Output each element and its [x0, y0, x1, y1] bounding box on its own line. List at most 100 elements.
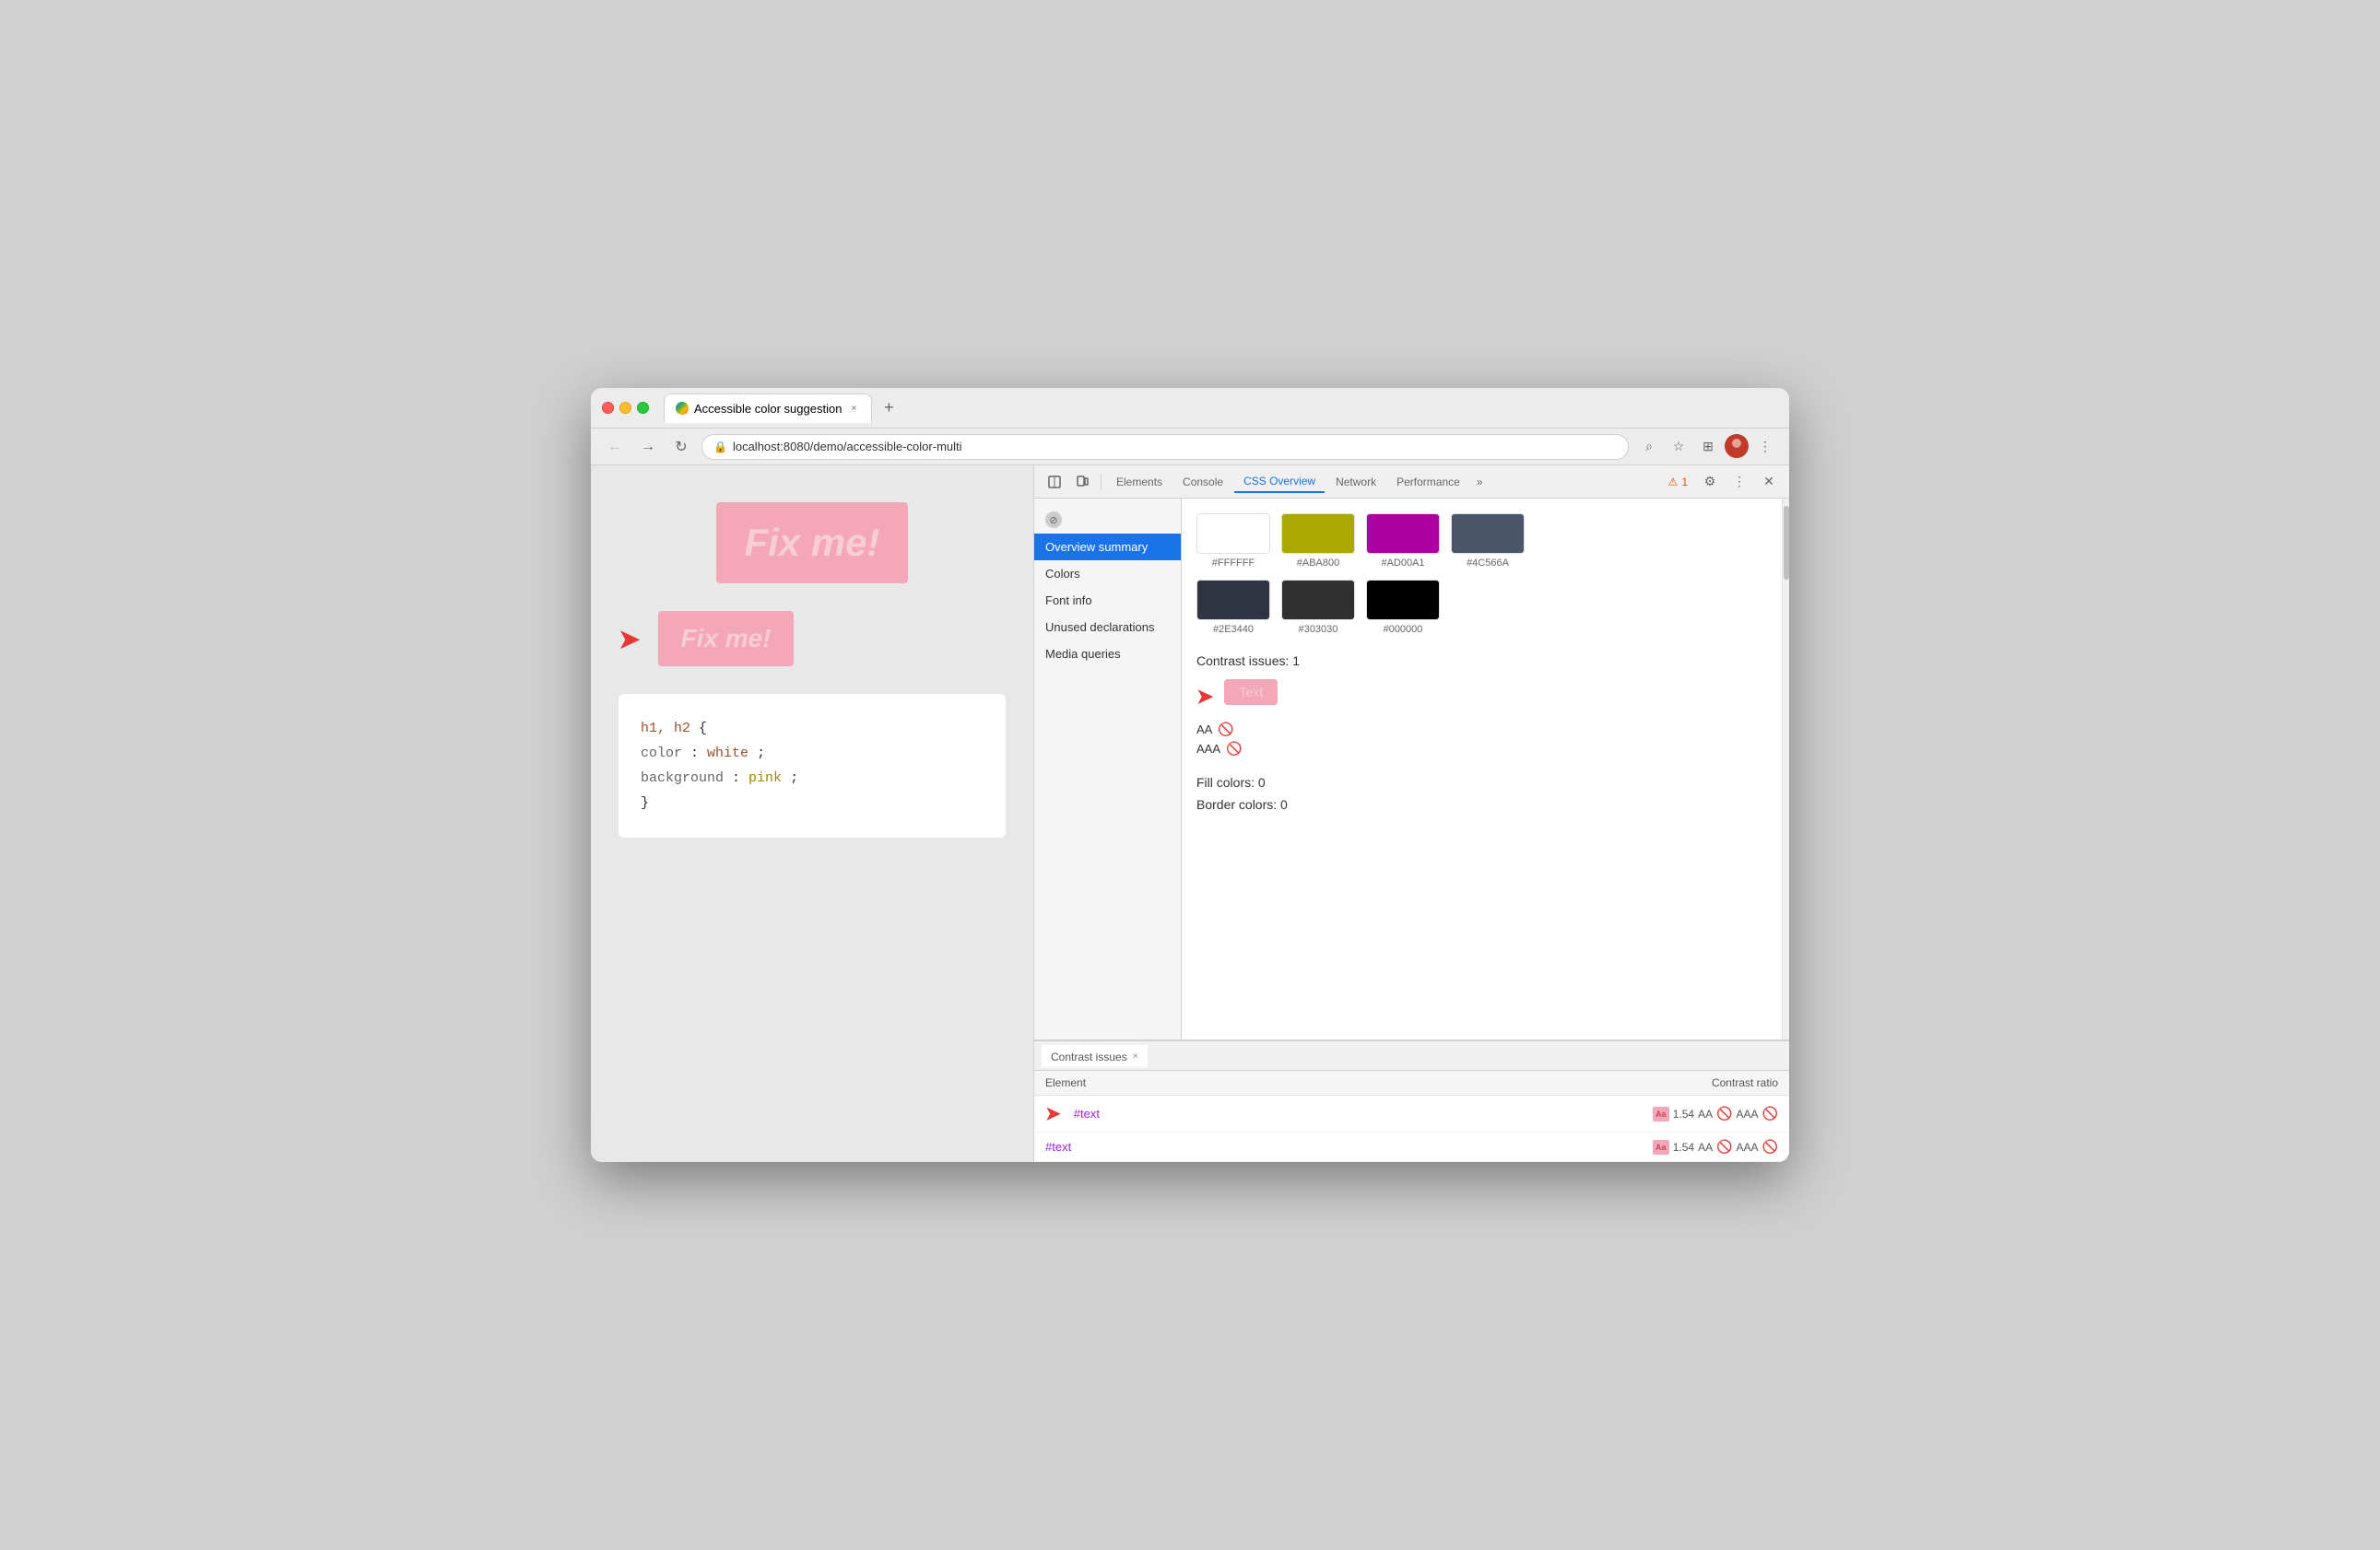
- row2-aaa-no: 🚫: [1762, 1139, 1778, 1155]
- no-entry-icon: ⊘: [1045, 511, 1062, 528]
- tab-performance[interactable]: Performance: [1387, 472, 1469, 492]
- sidebar-item-media-queries[interactable]: Media queries: [1034, 640, 1181, 667]
- new-tab-button[interactable]: +: [876, 395, 901, 421]
- sidebar-item-unused-declarations[interactable]: Unused declarations: [1034, 614, 1181, 640]
- fix-me-arrow-row: ➤ Fix me!: [619, 611, 1006, 666]
- aaa-label: AAA: [1196, 742, 1220, 756]
- url-bar[interactable]: 🔒 localhost:8080/demo/accessible-color-m…: [701, 434, 1629, 460]
- close-devtools-button[interactable]: ✕: [1756, 469, 1782, 495]
- color-swatch-aba800[interactable]: #ABA800: [1281, 513, 1355, 569]
- swatch-000000-label: #000000: [1384, 624, 1423, 635]
- tab-close-button[interactable]: ×: [847, 402, 860, 415]
- more-icon[interactable]: ⋮: [1752, 434, 1778, 460]
- swatch-303030: [1281, 580, 1355, 620]
- device-icon[interactable]: [1069, 469, 1095, 495]
- swatch-white-label: #FFFFFF: [1212, 558, 1255, 569]
- code-line-1: h1, h2 {: [641, 716, 984, 741]
- refresh-button[interactable]: ↻: [668, 434, 694, 460]
- settings-button[interactable]: ⚙: [1697, 469, 1723, 495]
- scrollbar-thumb: [1784, 506, 1789, 580]
- bookmark-icon[interactable]: ☆: [1666, 434, 1691, 460]
- color-swatch-white[interactable]: #FFFFFF: [1196, 513, 1270, 569]
- fix-me-large-box: Fix me!: [716, 502, 907, 583]
- devtools-scrollbar[interactable]: [1782, 499, 1789, 1039]
- fill-colors-title: Fill colors: 0: [1196, 775, 1767, 790]
- col-ratio-header: Contrast ratio: [1594, 1076, 1778, 1089]
- close-traffic-light[interactable]: [602, 402, 614, 414]
- extension-icon[interactable]: ⊞: [1695, 434, 1721, 460]
- sidebar-item-overview[interactable]: Overview summary: [1034, 534, 1181, 560]
- color-swatch-000000[interactable]: #000000: [1366, 580, 1440, 635]
- traffic-lights: [602, 402, 649, 414]
- tab-css-overview[interactable]: CSS Overview: [1234, 471, 1325, 493]
- aaa-badge-row: AAA 🚫: [1196, 741, 1767, 757]
- avatar[interactable]: [1725, 434, 1749, 458]
- search-icon[interactable]: ⌕: [1636, 434, 1662, 460]
- minimize-traffic-light[interactable]: [619, 402, 631, 414]
- row2-element-name: #text: [1045, 1140, 1594, 1154]
- code-line-2: color : white ;: [641, 741, 984, 766]
- more-tabs-button[interactable]: »: [1471, 472, 1489, 492]
- row2-aaa-label: AAA: [1737, 1141, 1759, 1154]
- row1-aaa-label: AAA: [1737, 1108, 1759, 1121]
- bottom-tab-label: Contrast issues: [1051, 1051, 1127, 1063]
- aaa-no-icon: 🚫: [1226, 741, 1242, 757]
- color-swatch-2e3440[interactable]: #2E3440: [1196, 580, 1270, 635]
- color-swatch-ad00a1[interactable]: #AD00A1: [1366, 513, 1440, 569]
- color-swatch-4c566a[interactable]: #4C566A: [1451, 513, 1525, 569]
- code-semi2: ;: [790, 770, 798, 786]
- title-bar: Accessible color suggestion × +: [591, 388, 1789, 429]
- table-header: Element Contrast ratio: [1034, 1071, 1789, 1096]
- code-close-brace: }: [641, 795, 649, 811]
- table-row-1[interactable]: ➤ #text Aa 1.54 AA 🚫 AAA 🚫: [1034, 1096, 1789, 1133]
- address-bar-right: ⌕ ☆ ⊞ ⋮: [1636, 434, 1778, 460]
- sidebar-item-font-info[interactable]: Font info: [1034, 587, 1181, 614]
- row1-arrow: ➤: [1045, 1102, 1061, 1125]
- devtools-right: ⚠ 1 ⚙ ⋮ ✕: [1663, 469, 1782, 495]
- code-colon2: :: [732, 770, 748, 786]
- devtools-main: #FFFFFF #ABA800 #AD00A1: [1182, 499, 1782, 1039]
- bottom-tab-contrast[interactable]: Contrast issues ×: [1042, 1045, 1148, 1067]
- contrast-text-sample: Text: [1224, 679, 1278, 705]
- row2-aa-badge: Aa: [1653, 1140, 1669, 1155]
- code-open-brace: {: [699, 721, 707, 736]
- row1-element-cell: ➤ #text: [1045, 1102, 1594, 1125]
- tab-network[interactable]: Network: [1326, 472, 1385, 492]
- right-arrow-1: ➤: [619, 624, 640, 654]
- more-devtools-button[interactable]: ⋮: [1726, 469, 1752, 495]
- code-line-4: }: [641, 791, 984, 816]
- row2-aa-no: 🚫: [1716, 1139, 1732, 1155]
- inspector-icon[interactable]: [1042, 469, 1067, 495]
- bottom-tabs: Contrast issues ×: [1034, 1041, 1789, 1071]
- code-block: h1, h2 { color : white ; background : pi…: [619, 694, 1006, 838]
- maximize-traffic-light[interactable]: [637, 402, 649, 414]
- tab-elements[interactable]: Elements: [1107, 472, 1172, 492]
- contrast-badges: AA 🚫 AAA 🚫: [1196, 722, 1767, 757]
- contrast-table: Element Contrast ratio ➤ #text Aa 1.54 A…: [1034, 1071, 1789, 1162]
- swatch-white: [1196, 513, 1270, 554]
- row1-element-name: #text: [1074, 1107, 1594, 1121]
- fill-section: Fill colors: 0: [1196, 775, 1767, 790]
- contrast-arrow-row: ➤ Text: [1196, 679, 1767, 714]
- tab-console[interactable]: Console: [1173, 472, 1232, 492]
- forward-button[interactable]: →: [635, 434, 661, 460]
- aa-no-icon: 🚫: [1218, 722, 1233, 737]
- contrast-text-label: Text: [1239, 685, 1263, 699]
- swatch-4c566a: [1451, 513, 1525, 554]
- code-colon1: :: [690, 746, 707, 761]
- row1-aa-badge: Aa: [1653, 1107, 1669, 1121]
- warning-badge[interactable]: ⚠ 1: [1663, 474, 1693, 490]
- swatch-aba800-label: #ABA800: [1297, 558, 1339, 569]
- tab-bar: Accessible color suggestion × +: [664, 393, 1771, 423]
- bottom-tab-close-button[interactable]: ×: [1133, 1051, 1138, 1062]
- devtools-sidebar: ⊘ Overview summary Colors Font info Unus…: [1034, 499, 1182, 1039]
- devtools-bottom-panel: Contrast issues × Element Contrast ratio…: [1034, 1039, 1789, 1162]
- warning-icon: ⚠: [1668, 476, 1679, 488]
- active-tab[interactable]: Accessible color suggestion ×: [664, 393, 872, 423]
- col-element-header: Element: [1045, 1076, 1594, 1089]
- table-row-2[interactable]: #text Aa 1.54 AA 🚫 AAA 🚫: [1034, 1133, 1789, 1162]
- color-swatch-303030[interactable]: #303030: [1281, 580, 1355, 635]
- back-button[interactable]: ←: [602, 434, 628, 460]
- sidebar-item-colors[interactable]: Colors: [1034, 560, 1181, 587]
- swatch-000000: [1366, 580, 1440, 620]
